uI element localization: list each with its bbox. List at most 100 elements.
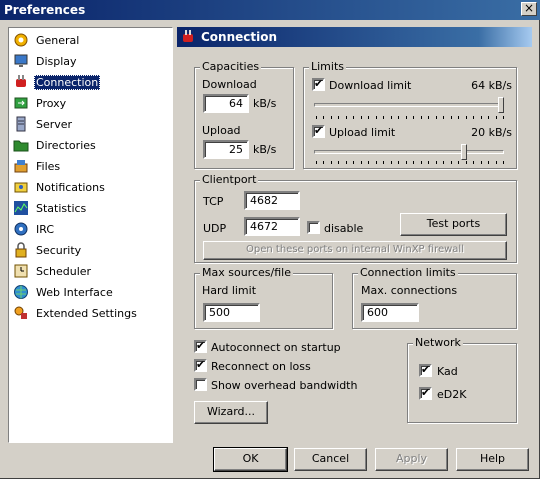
slider-tick [443,116,444,119]
connection-limits-group: Connection limits Max. connections 600 [352,266,517,329]
limits-label: Limits [309,60,346,73]
slider-tick [473,161,474,164]
sidebar-item-display[interactable]: Display [13,52,79,70]
download-capacity-input[interactable]: 64 [203,94,249,113]
apply-button[interactable]: Apply [375,448,448,471]
sidebar-item-statistics[interactable]: Statistics [13,199,88,217]
sidebar-item-label: Web Interface [36,285,113,299]
slider-tick [481,116,482,119]
server-icon [13,116,29,132]
kad-checkbox[interactable]: ✔ [419,364,432,377]
overhead-label: Show overhead bandwidth [211,379,358,392]
sidebar-item-irc[interactable]: IRC [13,220,56,238]
files-icon [13,158,29,174]
autoconnect-checkbox[interactable]: ✔ [194,340,207,353]
slider-tick [488,161,489,164]
sidebar-item-web-interface[interactable]: Web Interface [13,283,115,301]
slider-tick [451,161,452,164]
tcp-port-input[interactable]: 4682 [244,191,300,210]
slider-tick [451,116,452,119]
slider-tick [458,161,459,164]
network-label: Network [413,336,463,349]
slider-tick [436,161,437,164]
slider-tick [338,116,339,119]
panel-header: Connection [177,27,532,47]
sidebar-item-files[interactable]: Files [13,157,62,175]
slider-tick [331,161,332,164]
slider-tick [361,116,362,119]
plug-icon [13,74,29,90]
check-icon: ✔ [421,386,431,399]
upload-limit-slider[interactable] [314,150,504,154]
slider-tick [398,161,399,164]
sidebar-item-label: Connection [34,74,101,90]
capacities-label: Capacities [200,60,262,73]
sidebar-item-label: Security [36,243,82,257]
download-label: Download [202,78,257,91]
sidebar-item-scheduler[interactable]: Scheduler [13,262,93,280]
upload-label: Upload [202,124,241,137]
sidebar-item-general[interactable]: General [13,31,81,49]
title-bar[interactable]: Preferences × [0,0,540,20]
monitor-icon [13,53,29,69]
upload-capacity-input[interactable]: 25 [203,140,249,159]
sidebar-item-label: Files [36,159,61,173]
upload-limit-checkbox[interactable]: ✔ [312,125,325,138]
reconnect-checkbox[interactable]: ✔ [194,359,207,372]
proxy-icon [13,95,29,111]
panel-title: Connection [201,30,278,44]
sidebar-item-label: Scheduler [36,264,92,278]
udp-label: UDP [203,222,227,235]
folder-icon [13,137,29,153]
slider-tick [316,116,317,119]
slider-tick [361,161,362,164]
test-ports-button[interactable]: Test ports [400,213,507,236]
slider-tick [353,161,354,164]
slider-tick [323,161,324,164]
slider-tick [368,161,369,164]
sidebar-item-proxy[interactable]: Proxy [13,94,68,112]
download-limit-checkbox[interactable]: ✔ [312,78,325,91]
slider-tick [503,161,504,164]
slider-tick [353,116,354,119]
sidebar-item-label: Extended Settings [36,306,137,320]
slider-tick [481,161,482,164]
help-button[interactable]: Help [456,448,529,471]
sidebar-item-label: Server [36,117,73,131]
ed2k-checkbox[interactable]: ✔ [419,387,432,400]
slider-tick [443,161,444,164]
ok-button[interactable]: OK [213,447,288,472]
upload-slider-thumb[interactable] [461,144,468,160]
sidebar-item-notifications[interactable]: Notifications [13,178,107,196]
slider-tick [316,161,317,164]
close-button[interactable]: × [521,2,537,16]
sidebar-item-directories[interactable]: Directories [13,136,98,154]
sidebar-item-connection[interactable]: Connection [13,73,101,91]
sidebar-item-server[interactable]: Server [13,115,74,133]
udp-port-input[interactable]: 4672 [244,217,300,236]
download-slider-thumb[interactable] [498,97,504,113]
download-limit-value: 64 kB/s [471,79,512,92]
overhead-checkbox[interactable] [194,378,207,391]
sidebar-item-label: Directories [36,138,96,152]
slider-tick [428,161,429,164]
max-connections-input[interactable]: 600 [361,303,419,322]
window-title: Preferences [4,3,86,17]
cancel-button[interactable]: Cancel [294,448,367,471]
firewall-button[interactable]: Open these ports on internal WinXP firew… [203,241,507,260]
bell-icon [13,179,29,195]
preferences-window: Preferences × General Display Connection… [0,0,540,479]
sidebar-item-security[interactable]: Security [13,241,83,259]
gear-icon [13,32,29,48]
sidebar-item-label: Display [36,54,77,68]
kad-label: Kad [437,365,458,378]
category-list: General Display Connection Proxy Server … [8,27,173,443]
disable-udp-checkbox[interactable] [307,221,320,234]
slider-tick [406,116,407,119]
slider-tick [421,161,422,164]
hard-limit-input[interactable]: 500 [203,303,260,322]
download-limit-slider[interactable] [314,103,504,107]
sidebar-item-extended-settings[interactable]: Extended Settings [13,304,139,322]
download-unit: kB/s [253,97,277,110]
wizard-button[interactable]: Wizard... [194,401,268,424]
